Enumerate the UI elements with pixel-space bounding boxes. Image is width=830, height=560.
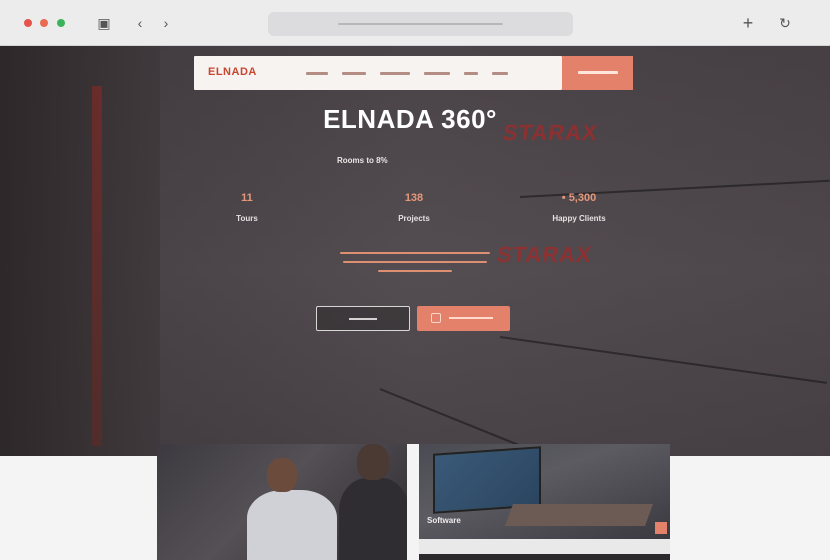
site-logo[interactable]: ELNADA: [208, 66, 257, 78]
card-gap: [407, 444, 419, 560]
hero-subtitle: Rooms to 8%: [337, 156, 388, 165]
stat-projects: 138 Projects: [354, 192, 474, 223]
description-line: [340, 252, 490, 254]
stat-label: Happy Clients: [552, 214, 606, 223]
description-line: [343, 261, 487, 263]
stat-happy-clients: • 5,300 Happy Clients: [519, 192, 639, 223]
stats-row: 11 Tours 138 Projects • 5,300 Happy Clie…: [0, 192, 830, 232]
primary-cta-button[interactable]: [417, 306, 510, 331]
person-figure: [247, 490, 337, 560]
calendar-icon: [431, 313, 441, 323]
nav-cta-button[interactable]: [562, 56, 633, 90]
primary-cta-label: [449, 317, 493, 319]
stat-tours: 11 Tours: [187, 192, 307, 223]
hero-section: ELNADA ELNADA 360° STARAX STARAX Rooms t…: [0, 46, 830, 456]
laptop-base: [504, 504, 654, 526]
nav-link[interactable]: [492, 72, 508, 75]
watermark-logo: STARAX: [501, 120, 600, 145]
page-viewport: ELNADA ELNADA 360° STARAX STARAX Rooms t…: [0, 46, 830, 560]
zoom-window-button[interactable]: [57, 19, 65, 27]
forward-arrow-icon[interactable]: ›: [156, 13, 176, 33]
hero-title: ELNADA 360°: [323, 104, 497, 134]
stat-value: • 5,300: [561, 192, 597, 204]
team-photo[interactable]: [157, 444, 407, 560]
person-figure: [267, 458, 297, 492]
background-crack: [379, 388, 529, 450]
secondary-cta-button[interactable]: [316, 306, 410, 331]
stat-value: 11: [241, 192, 253, 204]
tabs-icon[interactable]: ▣: [94, 13, 114, 33]
hero-description: [340, 252, 490, 279]
content-panel-left: [0, 456, 157, 560]
watermark-logo: STARAX: [495, 242, 594, 267]
nav-cta-label: [578, 71, 618, 74]
stat-label: Projects: [398, 214, 430, 223]
stat-label: Tours: [236, 214, 258, 223]
reload-icon[interactable]: ↻: [775, 13, 795, 33]
stat-value: 138: [404, 192, 424, 204]
hero-background-stripe: [92, 86, 102, 446]
secondary-cta-label: [349, 318, 377, 320]
close-window-button[interactable]: [24, 19, 32, 27]
plus-icon[interactable]: +: [738, 13, 758, 33]
background-crack: [499, 336, 827, 384]
address-bar[interactable]: [268, 12, 573, 36]
minimize-window-button[interactable]: [40, 19, 48, 27]
nav-link[interactable]: [306, 72, 328, 75]
nav-link[interactable]: [464, 72, 478, 75]
next-card-edge: [419, 554, 670, 560]
person-figure: [357, 444, 389, 480]
nav-link[interactable]: [342, 72, 366, 75]
content-panel-right: [670, 456, 830, 560]
description-line: [378, 270, 452, 272]
site-navbar: ELNADA: [194, 56, 562, 90]
nav-link[interactable]: [380, 72, 410, 75]
nav-link[interactable]: [424, 72, 450, 75]
arrow-badge-icon[interactable]: [655, 522, 667, 534]
nav-links: [306, 72, 508, 75]
browser-toolbar: ▣ ‹ › + ↻: [0, 0, 830, 46]
person-figure: [339, 478, 407, 560]
card-caption: Software: [427, 516, 461, 525]
back-arrow-icon[interactable]: ‹: [130, 13, 150, 33]
url-text: [338, 23, 503, 25]
